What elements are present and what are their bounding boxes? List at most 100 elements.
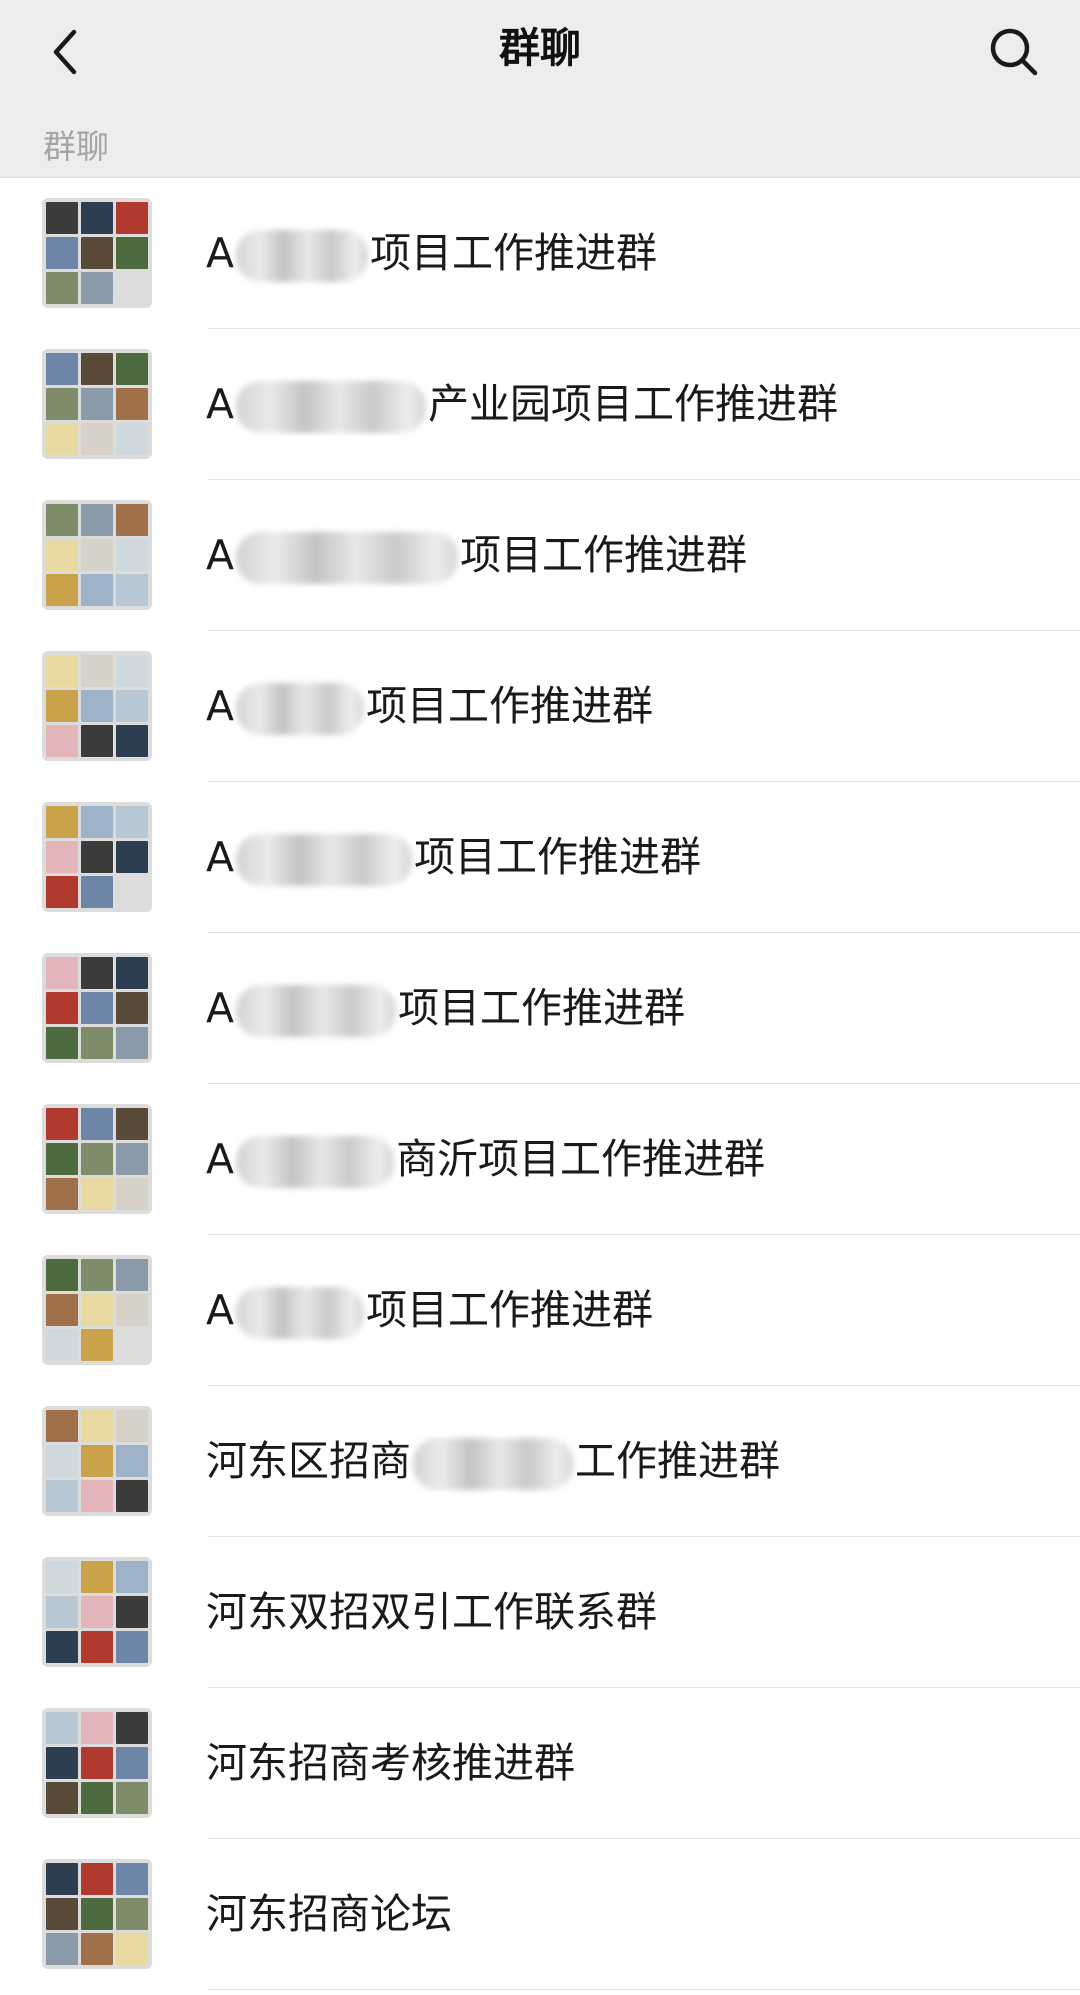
group-name: A 项目工作推进群: [206, 933, 685, 1084]
group-row[interactable]: 河东招商考核推进群: [0, 1688, 1080, 1839]
group-name: A 商沂项目工作推进群: [206, 1084, 765, 1235]
avatar-tile: [81, 841, 113, 873]
avatar-tile: [81, 1143, 113, 1175]
avatar-tile: [116, 1596, 148, 1628]
group-avatar: [42, 651, 152, 761]
avatar-tile: [116, 1259, 148, 1291]
group-avatar: [42, 802, 152, 912]
group-row[interactable]: A 项目工作推进群: [0, 782, 1080, 933]
search-button[interactable]: [976, 14, 1052, 90]
avatar-tile: [81, 1410, 113, 1442]
avatar-tile: [81, 690, 113, 722]
group-avatar: [42, 953, 152, 1063]
group-row[interactable]: A 商沂项目工作推进群: [0, 1084, 1080, 1235]
avatar-tile: [46, 539, 78, 571]
group-row[interactable]: 河东招商论坛: [0, 1839, 1080, 1990]
avatar-tile: [116, 1329, 148, 1361]
avatar-tile: [81, 423, 113, 455]
avatar-tile: [81, 202, 113, 234]
avatar-tile: [81, 272, 113, 304]
avatar-tile: [46, 237, 78, 269]
avatar-tile: [116, 1143, 148, 1175]
avatar-tile: [116, 237, 148, 269]
avatar-tile: [81, 1561, 113, 1593]
avatar-tile: [46, 388, 78, 420]
avatar-tile: [46, 655, 78, 687]
group-avatar: [42, 1859, 152, 1969]
avatar-tile: [46, 423, 78, 455]
group-row[interactable]: A 项目工作推进群: [0, 178, 1080, 329]
redacted-text: [236, 985, 397, 1037]
avatar-tile: [81, 1747, 113, 1779]
group-avatar: [42, 500, 152, 610]
avatar-tile: [116, 504, 148, 536]
avatar-tile: [81, 1027, 113, 1059]
avatar-tile: [116, 574, 148, 606]
avatar-tile: [81, 725, 113, 757]
avatar-tile: [46, 1933, 78, 1965]
avatar-tile: [116, 1410, 148, 1442]
group-row[interactable]: A 项目工作推进群: [0, 480, 1080, 631]
avatar-tile: [81, 504, 113, 536]
avatar-tile: [116, 202, 148, 234]
avatar-tile: [81, 1596, 113, 1628]
avatar-tile: [116, 1631, 148, 1663]
avatar-tile: [81, 574, 113, 606]
avatar-tile: [81, 806, 113, 838]
redacted-text: [413, 1438, 573, 1490]
avatar-tile: [46, 1410, 78, 1442]
redacted-text: [236, 683, 365, 735]
group-avatar: [42, 1708, 152, 1818]
avatar-tile: [116, 1561, 148, 1593]
avatar-tile: [116, 353, 148, 385]
group-row[interactable]: A 项目工作推进群: [0, 1235, 1080, 1386]
avatar-tile: [81, 1445, 113, 1477]
group-row[interactable]: 河东区招商 工作推进群: [0, 1386, 1080, 1537]
avatar-tile: [116, 1445, 148, 1477]
avatar-tile: [46, 1480, 78, 1512]
avatar-tile: [46, 1329, 78, 1361]
avatar-tile: [46, 574, 78, 606]
avatar-tile: [46, 876, 78, 908]
avatar-tile: [46, 1027, 78, 1059]
avatar-tile: [46, 1898, 78, 1930]
avatar-tile: [46, 1108, 78, 1140]
avatar-tile: [81, 539, 113, 571]
avatar-tile: [81, 1782, 113, 1814]
avatar-tile: [116, 992, 148, 1024]
avatar-tile: [116, 423, 148, 455]
avatar-tile: [81, 353, 113, 385]
page-title: 群聊: [499, 24, 581, 72]
group-name: A 项目工作推进群: [206, 178, 657, 329]
redacted-text: [236, 532, 459, 584]
group-name: A 项目工作推进群: [206, 480, 747, 631]
avatar-tile: [81, 1631, 113, 1663]
group-name: 河东招商考核推进群: [206, 1739, 575, 1787]
avatar-tile: [81, 1712, 113, 1744]
avatar-tile: [81, 1863, 113, 1895]
redacted-text: [236, 381, 427, 433]
avatar-tile: [116, 388, 148, 420]
avatar-tile: [46, 1712, 78, 1744]
avatar-tile: [46, 1747, 78, 1779]
avatar-tile: [46, 1561, 78, 1593]
group-name: A 项目工作推进群: [206, 782, 701, 933]
avatar-tile: [116, 957, 148, 989]
group-row[interactable]: A 项目工作推进群: [0, 933, 1080, 1084]
avatar-tile: [46, 841, 78, 873]
avatar-tile: [81, 1329, 113, 1361]
group-row[interactable]: A 产业园项目工作推进群: [0, 329, 1080, 480]
avatar-tile: [116, 1027, 148, 1059]
avatar-tile: [81, 1108, 113, 1140]
group-row[interactable]: A 项目工作推进群: [0, 631, 1080, 782]
group-name: A 项目工作推进群: [206, 631, 653, 782]
avatar-tile: [46, 1596, 78, 1628]
section-label: 群聊: [43, 127, 109, 166]
group-name: 河东招商论坛: [206, 1890, 452, 1938]
group-row[interactable]: 河东双招双引工作联系群: [0, 1537, 1080, 1688]
avatar-tile: [46, 1445, 78, 1477]
avatar-tile: [116, 806, 148, 838]
group-avatar: [42, 1557, 152, 1667]
avatar-tile: [116, 272, 148, 304]
avatar-tile: [116, 1782, 148, 1814]
